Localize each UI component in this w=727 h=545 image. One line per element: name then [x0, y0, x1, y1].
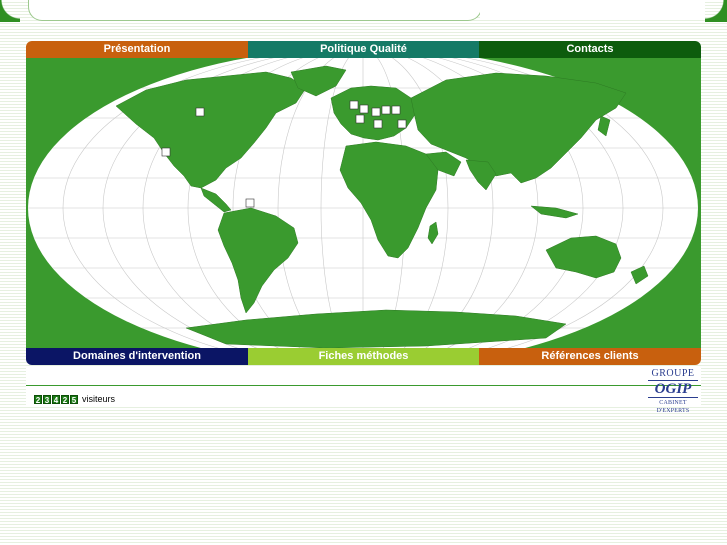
footer-divider [26, 385, 701, 386]
logo-rule [648, 397, 698, 398]
counter-digit: 5 [70, 394, 78, 405]
marker-flag-5[interactable] [359, 104, 369, 114]
marker-flag-3[interactable] [245, 198, 255, 208]
nav-domaines-intervention[interactable]: Domaines d'intervention [26, 348, 248, 365]
nav-references-clients[interactable]: Références clients [479, 348, 701, 365]
nav-fiches-methodes[interactable]: Fiches méthodes [248, 348, 479, 365]
marker-flag-1[interactable] [195, 107, 205, 117]
bottom-nav: Domaines d'intervention Fiches méthodes … [26, 348, 701, 365]
top-right-decoration [705, 0, 727, 22]
top-right-panel [480, 0, 705, 20]
marker-flag-4[interactable] [349, 100, 359, 110]
main-frame: Présentation Politique Qualité Contacts [26, 41, 701, 365]
nav-presentation[interactable]: Présentation [26, 41, 248, 58]
logo-ogip: OGIP [654, 381, 692, 397]
ogip-logo[interactable]: GROUPE OGIP CABINET D'EXPERTS [646, 368, 700, 414]
nav-politique-qualite[interactable]: Politique Qualité [248, 41, 479, 58]
logo-cabinet: CABINET D'EXPERTS [656, 400, 690, 414]
footer-area [26, 366, 701, 406]
logo-groupe: GROUPE [651, 368, 695, 379]
counter-digit: 2 [34, 394, 42, 405]
top-left-decoration [0, 0, 20, 22]
counter-digit: 3 [43, 394, 51, 405]
marker-flag-10[interactable] [373, 119, 383, 129]
visitor-counter: 2 3 4 2 5 visiteurs [34, 394, 116, 405]
marker-flag-9[interactable] [355, 114, 365, 124]
world-map-svg [28, 58, 698, 348]
marker-flag-8[interactable] [391, 105, 401, 115]
top-nav: Présentation Politique Qualité Contacts [26, 41, 701, 58]
marker-flag-6[interactable] [371, 107, 381, 117]
marker-flag-2[interactable] [161, 147, 171, 157]
top-banner-bar [28, 0, 482, 21]
marker-flag-11[interactable] [397, 119, 407, 129]
world-map [26, 58, 701, 348]
counter-digit: 2 [61, 394, 69, 405]
counter-label: visiteurs [82, 394, 116, 404]
counter-digit: 4 [52, 394, 60, 405]
nav-contacts[interactable]: Contacts [479, 41, 701, 58]
marker-flag-7[interactable] [381, 105, 391, 115]
